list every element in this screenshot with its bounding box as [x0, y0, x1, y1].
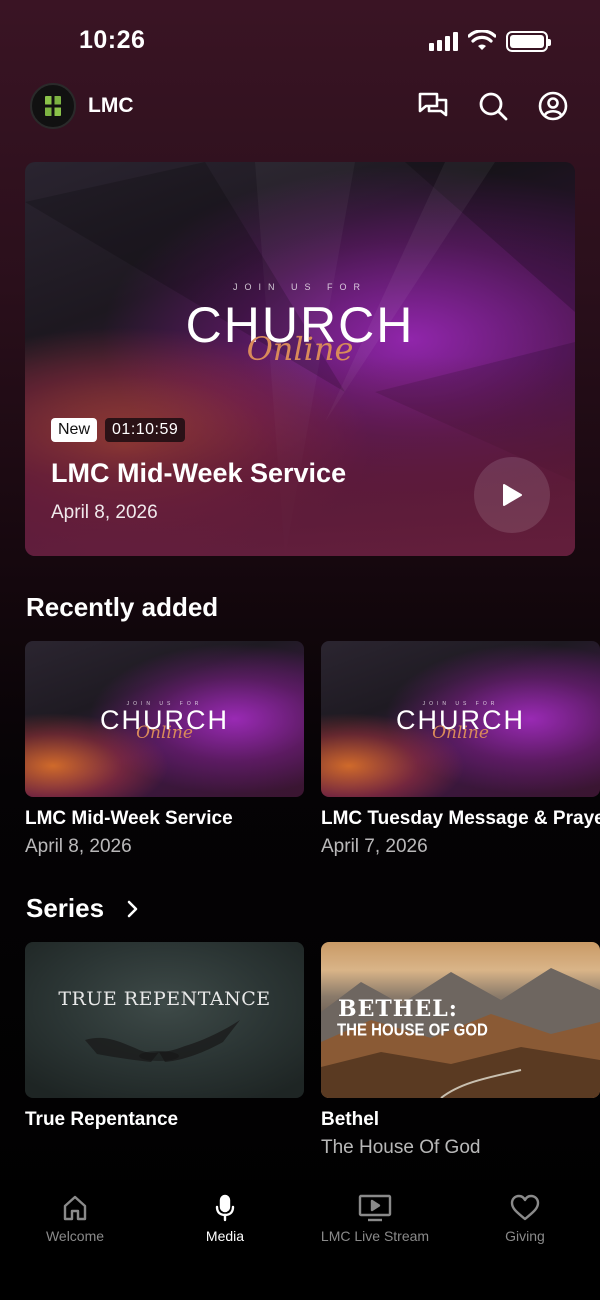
hero-title: LMC Mid-Week Service	[51, 458, 347, 488]
series-thumbnail: TRUE REPENTANCE	[25, 942, 304, 1098]
search-button[interactable]	[476, 89, 510, 123]
series-subtitle: The House Of God	[321, 1137, 481, 1158]
recent-media-date: April 7, 2026	[321, 836, 428, 857]
tab-lmc-live-stream[interactable]: LMC Live Stream	[300, 1194, 450, 1244]
new-badge: New	[51, 418, 98, 442]
tab-welcome[interactable]: Welcome	[0, 1194, 150, 1244]
hero-art-join-text: JOIN US FOR	[232, 282, 367, 292]
recent-media-card[interactable]: JOIN US FOR CHURCH Online LMC Tuesday Me…	[321, 641, 600, 881]
duration-badge: 01:10:59	[105, 418, 186, 442]
open-hands-illustration	[85, 1020, 240, 1062]
recent-media-card[interactable]: JOIN US FOR CHURCH Online LMC Mid-Week S…	[25, 641, 304, 858]
recent-media-title: LMC Mid-Week Service	[25, 808, 233, 829]
recently-added-heading: Recently added	[26, 592, 219, 622]
thumb-art-online-text: Online	[432, 723, 489, 743]
status-time: 10:26	[79, 26, 146, 54]
series-card[interactable]: BETHEL: THE HOUSE OF GOD Bethel The Hous…	[321, 942, 600, 1182]
series-title: Bethel	[321, 1109, 380, 1130]
tab-label: Media	[205, 1228, 245, 1244]
user-circle-icon	[538, 91, 568, 121]
chevron-right-icon	[127, 900, 138, 917]
tab-label: Giving	[505, 1228, 545, 1244]
series-thumbnail: BETHEL: THE HOUSE OF GOD	[321, 942, 600, 1098]
chat-bubbles-icon	[418, 92, 448, 117]
tab-label: Welcome	[45, 1228, 105, 1244]
recent-media-date: April 8, 2026	[25, 836, 132, 857]
series-art-title: BETHEL:	[338, 996, 458, 1022]
messages-button[interactable]	[416, 89, 450, 123]
thumb-art-online-text: Online	[136, 723, 193, 743]
tab-giving[interactable]: Giving	[450, 1194, 600, 1244]
series-title: True Repentance	[25, 1109, 179, 1130]
tv-play-icon	[358, 1194, 392, 1222]
logo-icon	[43, 95, 63, 117]
tab-label: LMC Live Stream	[320, 1228, 430, 1244]
battery-icon	[506, 30, 551, 52]
featured-media-card[interactable]: JOIN US FOR CHURCH Online New 01:10:59 L…	[25, 162, 575, 556]
tab-media[interactable]: Media	[150, 1194, 300, 1244]
home-icon	[63, 1195, 87, 1221]
app-header: LMC	[30, 82, 570, 130]
bottom-tab-bar: Welcome Media LMC Live Stream Giving	[0, 1180, 600, 1300]
hero-art-online-text: Online	[246, 330, 354, 368]
status-bar: 10:26	[0, 0, 600, 80]
recent-media-thumbnail: JOIN US FOR CHURCH Online	[25, 641, 304, 797]
play-icon	[503, 484, 522, 506]
search-icon	[479, 92, 508, 121]
series-card[interactable]: TRUE REPENTANCE True Repentance	[25, 942, 304, 1131]
profile-button[interactable]	[536, 89, 570, 123]
play-button[interactable]	[474, 457, 550, 533]
app-title: LMC	[88, 94, 134, 117]
header-actions	[416, 89, 570, 123]
cellular-signal-icon	[429, 31, 458, 51]
series-header[interactable]: Series	[26, 893, 138, 924]
microphone-icon	[215, 1194, 235, 1222]
series-art-subtitle: THE HOUSE OF GOD	[337, 1020, 488, 1041]
hero-date: April 8, 2026	[51, 502, 158, 523]
series-heading: Series	[26, 893, 105, 923]
recent-media-thumbnail: JOIN US FOR CHURCH Online	[321, 641, 600, 797]
wifi-icon	[468, 30, 496, 50]
church-logo[interactable]	[30, 83, 76, 129]
hero-badges: New 01:10:59	[51, 418, 186, 442]
status-icons	[429, 30, 551, 52]
heart-icon	[510, 1194, 540, 1221]
recent-media-title: LMC Tuesday Message & Prayer	[321, 808, 600, 829]
